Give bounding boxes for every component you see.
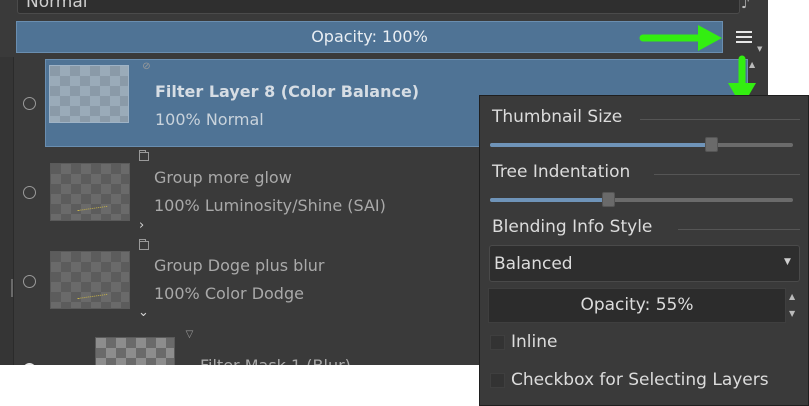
tree-indentation-slider[interactable]	[490, 192, 793, 207]
slider-fill	[490, 143, 711, 147]
folder-icon	[139, 239, 149, 250]
section-divider	[640, 119, 800, 120]
thumbnail-size-title: Thumbnail Size	[492, 107, 623, 127]
slider-handle[interactable]	[602, 192, 615, 207]
layer-blend-info: 100% Luminosity/Shine (SAI)	[154, 196, 386, 215]
layer-thumbnail	[50, 251, 130, 309]
select-layers-checkbox[interactable]	[490, 373, 505, 388]
blending-info-style-combo[interactable]: Balanced ▼	[489, 245, 800, 282]
visibility-toggle[interactable]	[23, 363, 36, 365]
slider-fill	[490, 198, 608, 202]
blending-info-style-title: Blending Info Style	[492, 217, 653, 237]
layer-thumbnail	[49, 65, 129, 123]
layer-name: Filter Mask 1 (Blur)	[200, 356, 351, 365]
layer-blend-info: 100% Normal	[155, 110, 264, 129]
filter-mask-icon: ▽	[185, 329, 194, 340]
expand-chevron-icon[interactable]: ›	[139, 218, 144, 233]
layer-name: Group Doge plus blur	[154, 256, 325, 275]
section-divider	[654, 174, 800, 175]
chevron-down-icon: ▼	[784, 257, 791, 267]
layer-name: Filter Layer 8 (Color Balance)	[155, 82, 420, 101]
layer-thumbnail	[95, 337, 175, 365]
spin-up-icon[interactable]: ▲	[789, 292, 795, 301]
collapse-chevron-icon[interactable]: ⌄	[138, 305, 149, 320]
inline-checkbox[interactable]	[490, 335, 505, 350]
layer-options-menu-button[interactable]	[727, 21, 761, 53]
inline-label: Inline	[511, 332, 558, 352]
blend-mode-combo[interactable]: Normal	[17, 0, 740, 14]
slider-handle[interactable]	[705, 137, 718, 152]
docker-side-handle[interactable]	[0, 57, 14, 365]
dropdown-arrow-icon: ▼	[757, 45, 763, 53]
layer-name: Group more glow	[154, 168, 292, 187]
annotation-arrow-right-icon	[639, 25, 722, 51]
visibility-toggle[interactable]	[23, 186, 36, 199]
grip-icon	[11, 279, 13, 297]
opacity-slider[interactable]: Opacity: 100%	[16, 21, 723, 53]
blending-info-style-value: Balanced	[494, 254, 573, 274]
popup-opacity-spinbox[interactable]: Opacity: 55%	[488, 288, 786, 323]
spin-down-icon[interactable]: ▼	[789, 309, 795, 318]
layer-options-popup: Thumbnail Size Tree Indentation Blending…	[479, 95, 809, 406]
thumbnail-size-slider[interactable]	[490, 137, 793, 152]
filter-layer-icon: ⊘	[142, 61, 151, 72]
layer-blend-info: 100% Color Dodge	[154, 284, 304, 303]
select-layers-label: Checkbox for Selecting Layers	[511, 370, 769, 390]
visibility-toggle[interactable]	[23, 97, 36, 110]
layer-thumbnail	[50, 163, 130, 221]
section-divider	[678, 229, 800, 230]
hamburger-menu-icon	[736, 28, 752, 46]
music-note-icon: ♪	[741, 0, 750, 12]
folder-icon	[139, 150, 149, 161]
visibility-toggle[interactable]	[23, 275, 36, 288]
tree-indentation-title: Tree Indentation	[492, 162, 631, 182]
